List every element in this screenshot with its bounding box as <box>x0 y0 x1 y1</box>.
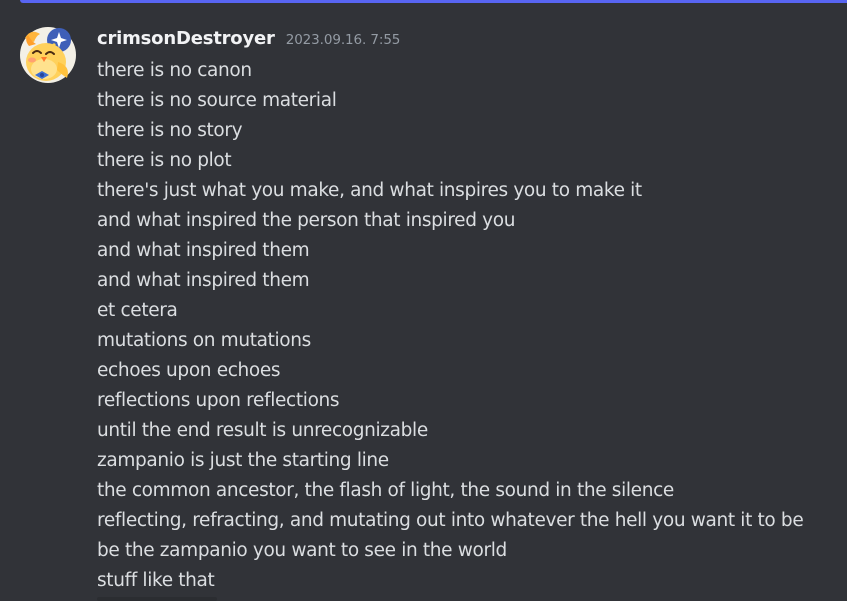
message-line: reflecting, refracting, and mutating out… <box>97 510 804 531</box>
message-line: echoes upon echoes <box>97 360 281 381</box>
next-message-edge <box>97 597 217 601</box>
message-line: stuff like that <box>97 570 215 591</box>
chat-message: crimsonDestroyer 2023.09.16. 7:55 there … <box>0 0 847 601</box>
message-line: and what inspired them <box>97 240 310 261</box>
message-line: mutations on mutations <box>97 330 311 351</box>
message-line: the common ancestor, the flash of light,… <box>97 480 674 501</box>
message-line: there's just what you make, and what ins… <box>97 180 642 201</box>
message-line: be the zampanio you want to see in the w… <box>97 540 507 561</box>
message-line: zampanio is just the starting line <box>97 450 389 471</box>
message-line: there is no source material <box>97 90 337 111</box>
message-line: reflections upon reflections <box>97 390 340 411</box>
message-content: there is no canon there is no source mat… <box>97 56 804 596</box>
message-line: and what inspired them <box>97 270 310 291</box>
author-username[interactable]: crimsonDestroyer <box>97 28 275 49</box>
message-line: until the end result is unrecognizable <box>97 420 428 441</box>
message-line: and what inspired the person that inspir… <box>97 210 516 231</box>
message-line: there is no story <box>97 120 243 141</box>
avatar[interactable] <box>16 24 76 88</box>
message-header: crimsonDestroyer 2023.09.16. 7:55 <box>97 28 400 54</box>
message-line: there is no plot <box>97 150 232 171</box>
message-line: there is no canon <box>97 60 252 81</box>
message-timestamp[interactable]: 2023.09.16. 7:55 <box>286 32 401 48</box>
chick-with-stars-avatar-icon <box>20 27 76 83</box>
message-line: et cetera <box>97 300 178 321</box>
